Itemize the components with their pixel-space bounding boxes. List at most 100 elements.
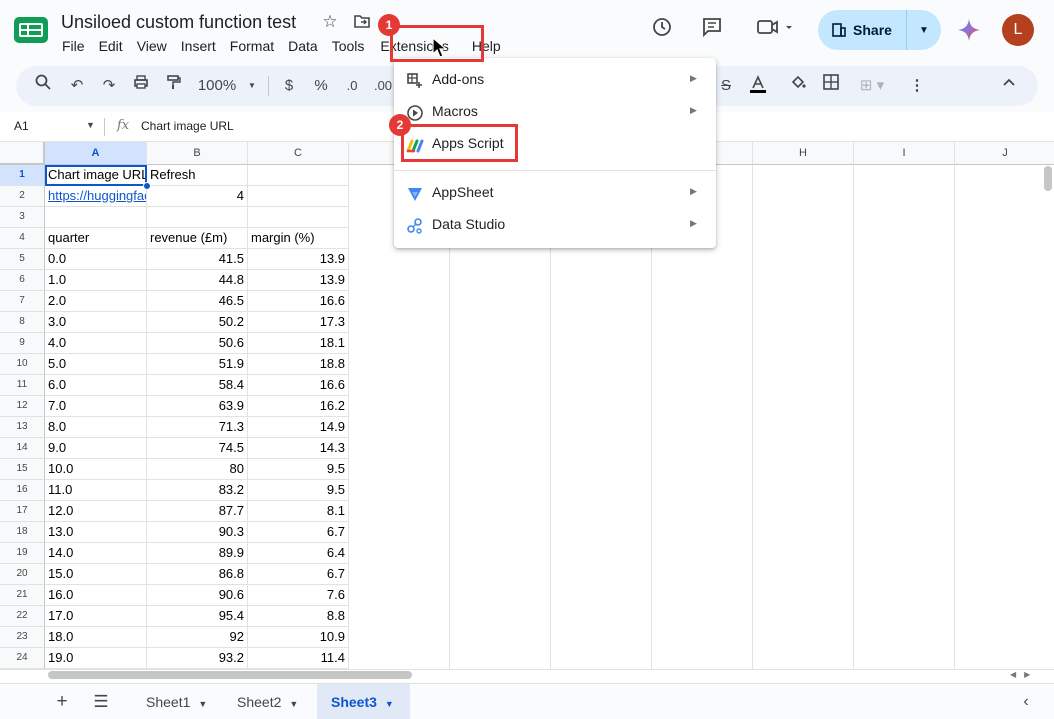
zoom-dropdown-icon[interactable]: ▼ [246,74,258,98]
cell[interactable]: 0.0 [45,249,147,270]
row-header[interactable]: 21 [0,585,45,606]
name-box-dropdown-icon[interactable]: ▼ [86,120,95,130]
more-options-icon[interactable]: ⋮ [906,74,928,98]
star-icon[interactable]: ☆ [320,12,340,32]
cell[interactable]: 18.0 [45,627,147,648]
cell[interactable]: 95.4 [147,606,248,627]
menu-item-data-studio[interactable]: Data Studio ▶ [394,209,716,241]
cell[interactable]: 90.6 [147,585,248,606]
tab-sheet2[interactable]: Sheet2 ▼ [223,684,317,719]
cell[interactable]: 7.0 [45,396,147,417]
cell[interactable]: Refresh [147,165,248,186]
borders-icon[interactable] [820,74,842,98]
tab-dropdown-icon[interactable]: ▼ [289,699,298,709]
row-header[interactable]: 11 [0,375,45,396]
row-header[interactable]: 6 [0,270,45,291]
row-header[interactable]: 2 [0,186,45,207]
format-percent-button[interactable]: % [312,74,330,98]
row-header[interactable]: 24 [0,648,45,669]
row-header[interactable]: 15 [0,459,45,480]
column-header-a[interactable]: A [45,142,147,165]
row-header[interactable]: 1 [0,165,45,186]
cell[interactable]: 6.7 [248,522,349,543]
menu-tools[interactable]: Tools [325,36,372,56]
cell[interactable]: 13.9 [248,249,349,270]
add-sheet-icon[interactable]: + [50,690,74,714]
cell[interactable]: 12.0 [45,501,147,522]
row-header[interactable]: 13 [0,417,45,438]
cell[interactable]: 6.4 [248,543,349,564]
cell[interactable]: 44.8 [147,270,248,291]
paint-format-icon[interactable] [162,74,184,98]
cell[interactable]: 16.0 [45,585,147,606]
text-color-icon[interactable] [746,74,770,98]
cell[interactable]: 16.6 [248,291,349,312]
menu-data[interactable]: Data [281,36,325,56]
cell[interactable]: 14.0 [45,543,147,564]
account-avatar[interactable]: L [1002,14,1034,46]
cell[interactable]: 14.3 [248,438,349,459]
row-header[interactable]: 17 [0,501,45,522]
row-header[interactable]: 12 [0,396,45,417]
redo-icon[interactable]: ↷ [98,74,120,98]
tab-dropdown-icon[interactable]: ▼ [198,699,207,709]
row-header[interactable]: 20 [0,564,45,585]
cell[interactable]: 8.1 [248,501,349,522]
cell[interactable]: quarter [45,228,147,249]
cell[interactable]: 16.6 [248,375,349,396]
row-header[interactable]: 18 [0,522,45,543]
cell[interactable]: 10.0 [45,459,147,480]
all-sheets-icon[interactable]: ☰ [89,690,113,714]
cell[interactable]: 6.7 [248,564,349,585]
name-box[interactable]: A1 [14,119,29,133]
row-header[interactable]: 22 [0,606,45,627]
cell[interactable]: 4 [147,186,248,207]
select-all-corner[interactable] [0,142,45,165]
gemini-icon[interactable] [957,18,981,42]
column-header-j[interactable]: J [955,142,1054,165]
cell[interactable]: 87.7 [147,501,248,522]
explore-collapse-icon[interactable]: ‹ [1014,690,1038,714]
cell[interactable]: 86.8 [147,564,248,585]
row-header[interactable]: 9 [0,333,45,354]
cell[interactable]: 90.3 [147,522,248,543]
row-header[interactable]: 19 [0,543,45,564]
zoom-select[interactable]: 100% [196,74,238,98]
menu-file[interactable]: File [55,36,92,56]
cell[interactable]: revenue (£m) [147,228,248,249]
cell[interactable]: 13.0 [45,522,147,543]
cell[interactable]: 1.0 [45,270,147,291]
cell[interactable]: 80 [147,459,248,480]
format-currency-button[interactable]: $ [280,74,298,98]
cell[interactable]: 19.0 [45,648,147,669]
cell[interactable] [147,207,248,228]
row-header[interactable]: 23 [0,627,45,648]
scroll-arrows-icon[interactable]: ◀▶ [1010,670,1038,679]
cell[interactable]: 41.5 [147,249,248,270]
cell[interactable]: 63.9 [147,396,248,417]
cell[interactable]: 17.0 [45,606,147,627]
column-header-c[interactable]: C [248,142,349,165]
sheets-logo-icon[interactable] [14,17,48,43]
column-header-h[interactable]: H [753,142,854,165]
cell-link[interactable]: https://huggingface.co [45,186,147,207]
tab-dropdown-icon[interactable]: ▼ [385,699,394,709]
document-title[interactable]: Unsiloed custom function test [61,12,296,33]
cell[interactable]: 15.0 [45,564,147,585]
cell[interactable] [248,186,349,207]
cell[interactable]: 9.5 [248,480,349,501]
cell[interactable]: 46.5 [147,291,248,312]
row-header[interactable]: 3 [0,207,45,228]
decrease-decimal-button[interactable]: .0 [342,74,362,98]
strikethrough-icon[interactable]: S [716,74,736,98]
cell[interactable]: 8.8 [248,606,349,627]
cell[interactable]: 14.9 [248,417,349,438]
cell[interactable]: margin (%) [248,228,349,249]
cell[interactable]: 93.2 [147,648,248,669]
version-history-icon[interactable] [648,16,676,44]
search-menus-icon[interactable] [32,74,54,98]
cell[interactable]: 74.5 [147,438,248,459]
cell[interactable]: 5.0 [45,354,147,375]
column-header-i[interactable]: I [854,142,955,165]
share-dropdown-icon[interactable]: ▼ [907,25,941,36]
